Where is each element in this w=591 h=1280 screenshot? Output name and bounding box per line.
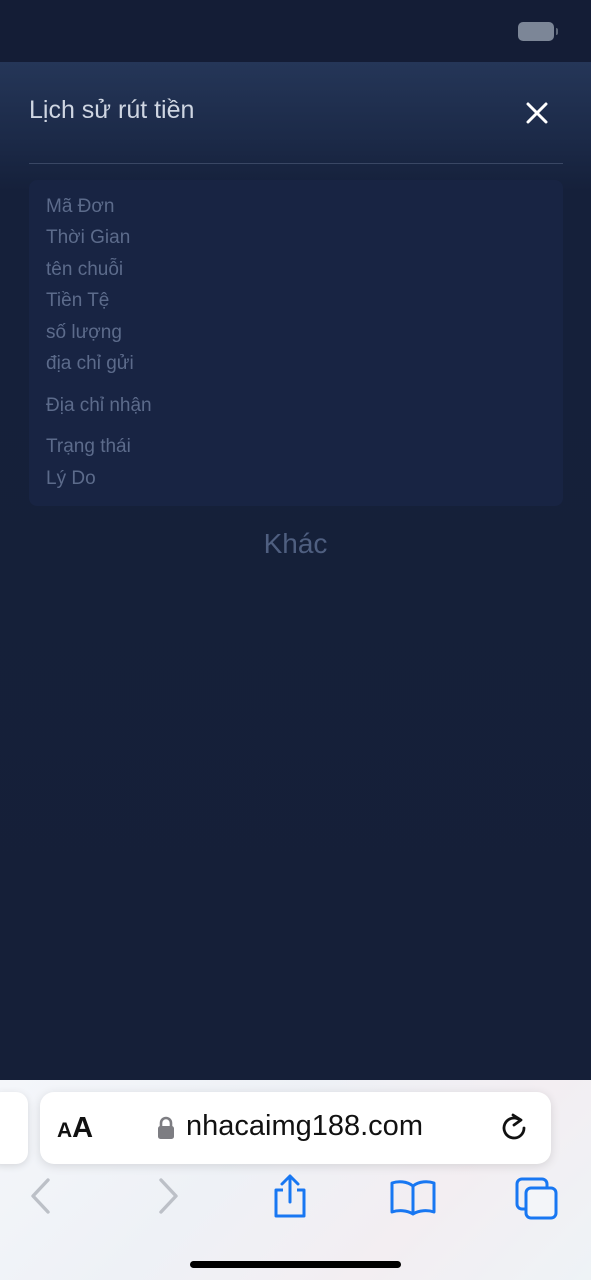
close-icon	[526, 102, 548, 124]
lock-icon	[158, 1116, 174, 1139]
tabs-icon[interactable]	[514, 1176, 560, 1222]
reload-icon[interactable]	[498, 1112, 530, 1144]
field-chain-name: tên chuỗi	[46, 259, 124, 280]
withdrawal-record-card: Mã Đơn Thời Gian tên chuỗi Tiền Tệ số lư…	[29, 180, 563, 506]
previous-tab-card[interactable]	[0, 1092, 28, 1164]
browser-toolbar: AA nhacaimg188.com	[0, 1080, 591, 1280]
chevron-left-icon[interactable]	[28, 1176, 54, 1216]
home-indicator	[190, 1261, 401, 1268]
chevron-right-icon[interactable]	[155, 1176, 181, 1216]
close-button[interactable]	[518, 94, 556, 132]
field-amount: số lượng	[46, 322, 122, 343]
text-size-small: A	[57, 1119, 73, 1142]
field-currency: Tiền Tệ	[46, 290, 110, 311]
field-receiver-address: Địa chỉ nhận	[46, 395, 152, 416]
field-reason: Lý Do	[46, 468, 96, 489]
battery-icon	[518, 22, 558, 41]
url-text[interactable]: nhacaimg188.com	[186, 1110, 423, 1143]
status-bar	[0, 0, 591, 62]
field-status: Trạng thái	[46, 436, 131, 457]
withdrawal-history-modal: Lịch sử rút tiền Mã Đơn Thời Gian tên ch…	[0, 62, 591, 1080]
other-button[interactable]: Khác	[0, 528, 591, 560]
share-icon[interactable]	[270, 1172, 310, 1220]
modal-title: Lịch sử rút tiền	[29, 96, 195, 124]
field-time: Thời Gian	[46, 227, 131, 248]
field-order-id: Mã Đơn	[46, 196, 115, 217]
text-size-button[interactable]: AA	[57, 1112, 93, 1145]
address-bar[interactable]: AA nhacaimg188.com	[40, 1092, 551, 1164]
text-size-big: A	[72, 1112, 94, 1144]
book-icon[interactable]	[389, 1178, 437, 1216]
divider	[29, 163, 563, 164]
field-sender-address: địa chỉ gửi	[46, 353, 134, 374]
